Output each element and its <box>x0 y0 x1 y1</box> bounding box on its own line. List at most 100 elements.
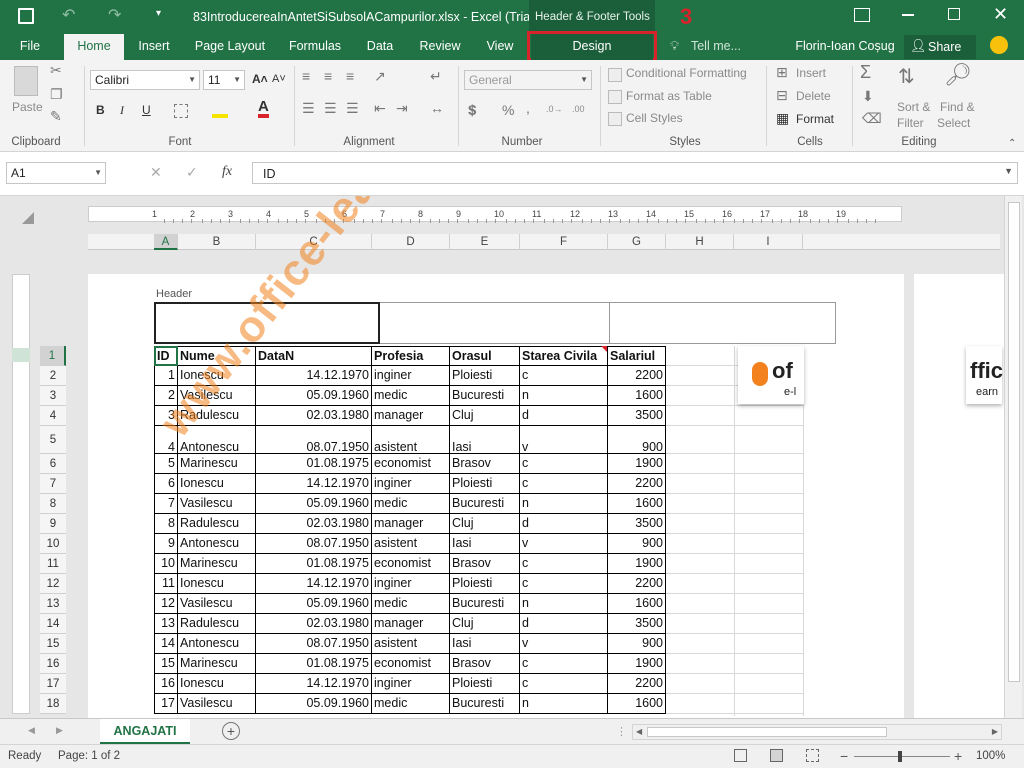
percent-style-icon[interactable]: % <box>502 102 514 118</box>
table-cell[interactable]: 05.09.1960 <box>256 594 372 614</box>
cancel-entry-icon[interactable]: ✕ <box>150 164 162 181</box>
table-cell[interactable]: 02.03.1980 <box>256 514 372 534</box>
column-header-d[interactable]: D <box>372 234 450 250</box>
table-cell[interactable]: Radulescu <box>178 614 256 634</box>
column-header-f[interactable]: F <box>520 234 608 250</box>
table-header-cell[interactable]: Orasul <box>450 346 520 366</box>
table-cell[interactable]: 1600 <box>608 594 666 614</box>
table-cell[interactable]: 13 <box>154 614 178 634</box>
fill-icon[interactable]: ⬇ <box>862 88 874 105</box>
confirm-entry-icon[interactable]: ✓ <box>186 164 198 181</box>
table-cell[interactable]: Vasilescu <box>178 694 256 714</box>
decrease-indent-icon[interactable]: ⇤ <box>374 100 386 117</box>
table-cell[interactable]: c <box>520 474 608 494</box>
share-button[interactable]: 👤︎ Share <box>904 35 976 59</box>
table-header-cell[interactable]: Profesia <box>372 346 450 366</box>
sort-filter-button[interactable]: Sort & <box>897 100 930 114</box>
page-break-view-icon[interactable] <box>806 749 819 762</box>
select-all-corner[interactable] <box>22 212 34 224</box>
vertical-scrollbar[interactable] <box>1004 196 1022 718</box>
insert-function-button[interactable]: fx <box>222 164 232 180</box>
table-cell[interactable]: 3500 <box>608 406 666 426</box>
zoom-slider[interactable] <box>854 751 950 762</box>
scroll-right-icon[interactable]: ▶ <box>56 725 63 736</box>
horizontal-scrollbar[interactable]: ◀ ▶ <box>632 724 1002 740</box>
table-cell[interactable]: inginer <box>372 474 450 494</box>
table-cell[interactable]: 08.07.1950 <box>256 534 372 554</box>
expand-formula-bar-icon[interactable]: ▼ <box>1004 166 1013 176</box>
row-header[interactable]: 15 <box>40 634 66 654</box>
table-cell[interactable]: 4 <box>154 426 178 454</box>
table-cell[interactable]: v <box>520 426 608 454</box>
table-cell[interactable]: asistent <box>372 634 450 654</box>
table-cell[interactable]: manager <box>372 514 450 534</box>
column-header-i[interactable]: I <box>734 234 803 250</box>
number-format-select[interactable]: General ▼ <box>464 70 592 90</box>
hscroll-thumb[interactable] <box>647 727 887 737</box>
new-sheet-icon[interactable]: + <box>222 722 240 740</box>
italic-button[interactable]: I <box>120 103 124 118</box>
table-cell[interactable]: 1600 <box>608 386 666 406</box>
cell-styles-button[interactable]: Cell Styles <box>626 111 683 125</box>
table-cell[interactable]: d <box>520 614 608 634</box>
table-cell[interactable]: 15 <box>154 654 178 674</box>
increase-indent-icon[interactable]: ⇥ <box>396 100 408 117</box>
table-cell[interactable]: asistent <box>372 534 450 554</box>
table-cell[interactable]: d <box>520 406 608 426</box>
table-cell[interactable]: Radulescu <box>178 406 256 426</box>
tab-file[interactable]: File <box>8 34 52 60</box>
row-header[interactable]: 1 <box>40 346 66 366</box>
ribbon-display-options-icon[interactable] <box>854 8 870 22</box>
table-cell[interactable]: c <box>520 674 608 694</box>
table-cell[interactable]: 02.03.1980 <box>256 406 372 426</box>
clear-icon[interactable]: ⌫ <box>862 110 882 127</box>
table-cell[interactable]: medic <box>372 694 450 714</box>
copy-icon[interactable]: ❐ <box>50 86 63 103</box>
row-header[interactable]: 9 <box>40 514 66 534</box>
table-cell[interactable]: asistent <box>372 426 450 454</box>
tab-data[interactable]: Data <box>356 34 404 60</box>
table-cell[interactable]: Antonescu <box>178 534 256 554</box>
comma-style-icon[interactable]: , <box>526 100 530 116</box>
table-cell[interactable]: 14.12.1970 <box>256 574 372 594</box>
table-cell[interactable]: 900 <box>608 634 666 654</box>
table-cell[interactable]: 2 <box>154 386 178 406</box>
zoom-level[interactable]: 100% <box>976 750 1005 762</box>
table-cell[interactable]: 10 <box>154 554 178 574</box>
orientation-icon[interactable]: ↗ <box>374 68 386 85</box>
tab-insert[interactable]: Insert <box>128 34 180 60</box>
underline-button[interactable]: U <box>142 103 151 117</box>
row-header[interactable]: 4 <box>40 406 66 426</box>
fill-color-icon[interactable] <box>212 104 228 118</box>
row-header[interactable]: 8 <box>40 494 66 514</box>
table-cell[interactable]: 3500 <box>608 614 666 634</box>
table-cell[interactable]: 3500 <box>608 514 666 534</box>
tab-review[interactable]: Review <box>410 34 470 60</box>
table-cell[interactable]: Ionescu <box>178 474 256 494</box>
table-cell[interactable]: Iasi <box>450 634 520 654</box>
header-center-section[interactable] <box>380 302 610 344</box>
row-header[interactable]: 2 <box>40 366 66 386</box>
table-header-cell[interactable]: DataN <box>256 346 372 366</box>
table-cell[interactable]: 1600 <box>608 694 666 714</box>
header-right-section[interactable] <box>610 302 836 344</box>
wrap-text-icon[interactable]: ↵ <box>430 68 442 85</box>
name-box[interactable]: A1 ▼ <box>6 162 106 184</box>
row-header[interactable]: 13 <box>40 594 66 614</box>
insert-cells-button[interactable]: Insert <box>796 66 826 80</box>
table-header-cell[interactable]: Salariul <box>608 346 666 366</box>
table-cell[interactable]: 1900 <box>608 654 666 674</box>
close-icon[interactable]: ✕ <box>993 4 1008 25</box>
scroll-thumb[interactable] <box>1008 202 1020 682</box>
table-cell[interactable]: Ionescu <box>178 674 256 694</box>
table-cell[interactable]: 1 <box>154 366 178 386</box>
table-cell[interactable]: Marinescu <box>178 654 256 674</box>
table-cell[interactable]: c <box>520 554 608 574</box>
table-cell[interactable]: 02.03.1980 <box>256 614 372 634</box>
align-center-icon[interactable]: ☰ <box>324 100 337 117</box>
table-cell[interactable]: Radulescu <box>178 514 256 534</box>
sheet-tab-angajati[interactable]: ANGAJATI <box>100 719 190 745</box>
column-header-e[interactable]: E <box>450 234 520 250</box>
table-cell[interactable]: 3 <box>154 406 178 426</box>
table-cell[interactable]: 900 <box>608 426 666 454</box>
